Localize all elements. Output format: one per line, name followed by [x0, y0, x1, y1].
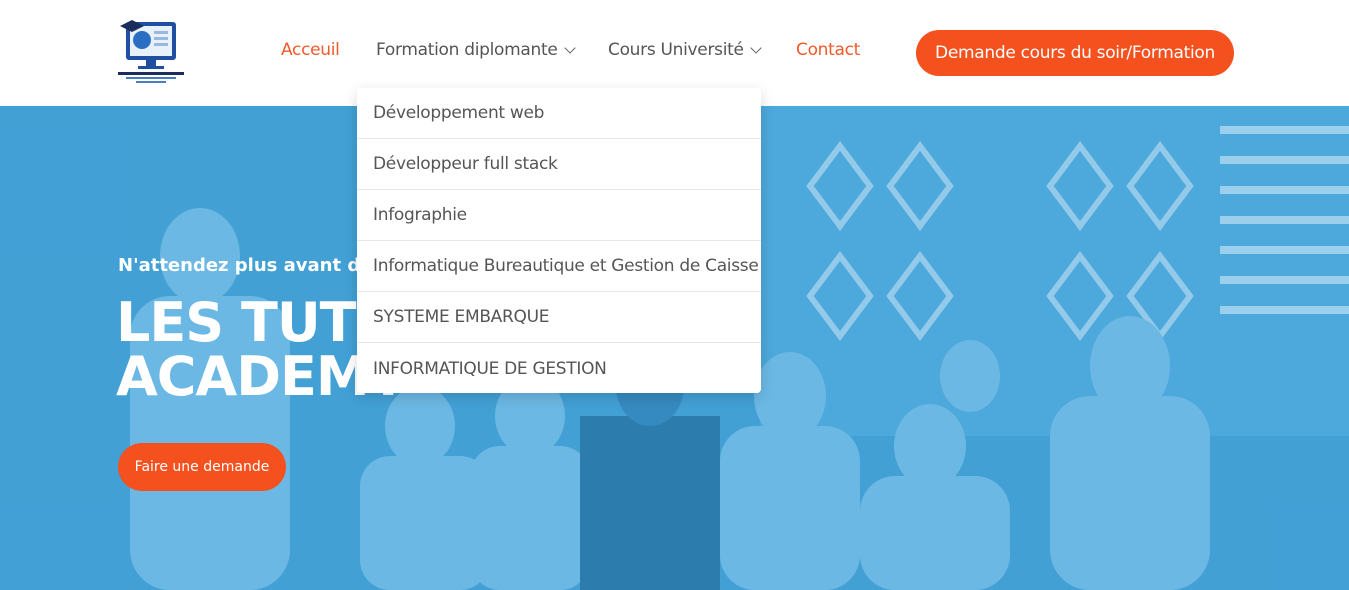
- site-logo-icon[interactable]: [116, 16, 186, 84]
- chevron-down-icon: [563, 42, 576, 54]
- nav-item-accueil[interactable]: Acceuil: [281, 40, 340, 60]
- dropdown-item-informatique-bureautique[interactable]: Informatique Bureautique et Gestion de C…: [357, 241, 761, 292]
- dropdown-item-informatique-de-gestion[interactable]: INFORMATIQUE DE GESTION: [357, 343, 761, 394]
- nav-item-formation-diplomante[interactable]: Formation diplomante: [376, 40, 576, 60]
- nav-item-label: Formation diplomante: [376, 40, 558, 60]
- dropdown-item-developpement-web[interactable]: Développement web: [357, 88, 761, 139]
- dropdown-item-developpeur-full-stack[interactable]: Développeur full stack: [357, 139, 761, 190]
- faire-une-demande-button[interactable]: Faire une demande: [118, 443, 286, 491]
- dropdown-item-systeme-embarque[interactable]: SYSTEME EMBARQUE: [357, 292, 761, 343]
- chevron-down-icon: [749, 42, 762, 54]
- nav-item-cours-universite[interactable]: Cours Université: [608, 40, 762, 60]
- nav-item-label: Cours Université: [608, 40, 744, 60]
- dropdown-item-infographie[interactable]: Infographie: [357, 190, 761, 241]
- formation-dropdown-menu: Développement web Développeur full stack…: [357, 88, 761, 393]
- hero-tagline: N'attendez plus avant de v: [118, 255, 391, 276]
- demande-cours-button[interactable]: Demande cours du soir/Formation: [916, 30, 1234, 76]
- nav-item-contact[interactable]: Contact: [796, 40, 860, 60]
